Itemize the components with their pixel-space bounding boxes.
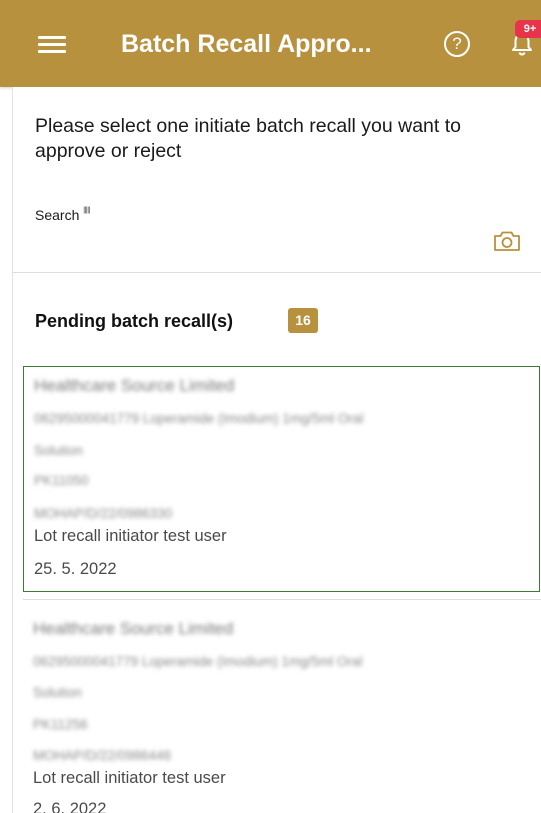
page-title: Batch Recall Appro... (121, 30, 372, 58)
recall-list-item[interactable]: Healthcare Source Limited 06295000041779… (23, 609, 540, 813)
search-input[interactable] (35, 227, 479, 257)
company-name: Healthcare Source Limited (34, 376, 235, 395)
hamburger-menu-icon[interactable] (38, 34, 66, 54)
camera-icon[interactable] (492, 229, 522, 253)
recall-date: 2. 6. 2022 (33, 800, 107, 813)
notifications-button[interactable]: 9+ (508, 20, 541, 64)
search-label-text: Search (35, 207, 80, 223)
recall-list-item[interactable]: Healthcare Source Limited 06295000041779… (23, 366, 540, 592)
recall-date: 25. 5. 2022 (34, 560, 117, 578)
product-description-cont: Solution (34, 443, 83, 458)
product-description: 06295000041779 Loperamide (Imodium) 1mg/… (34, 411, 364, 426)
initiator-name: Lot recall initiator test user (34, 527, 227, 545)
app-header: Batch Recall Appro... ? 9+ (0, 0, 541, 87)
company-name: Healthcare Source Limited (33, 619, 234, 638)
search-divider (13, 272, 541, 273)
reference-number: MOHAP/D/22/0986330 (34, 506, 173, 521)
list-divider (23, 599, 541, 600)
instruction-text: Please select one initiate batch recall … (35, 115, 462, 162)
product-description: 06295000041779 Loperamide (Imodium) 1mg/… (33, 654, 363, 669)
product-description-cont: Solution (33, 685, 82, 700)
pending-count-badge: 16 (288, 308, 318, 333)
batch-number: PK11256 (33, 717, 88, 732)
reference-number: MOHAP/D/22/0986446 (33, 748, 172, 763)
search-label: Search ||||| (35, 207, 90, 223)
main-content: Please select one initiate batch recall … (12, 87, 541, 813)
initiator-name: Lot recall initiator test user (33, 769, 226, 787)
batch-number: PK11050 (34, 473, 89, 488)
help-icon[interactable]: ? (444, 31, 470, 57)
barcode-icon: ||||| (83, 207, 90, 214)
notification-count-badge: 9+ (515, 20, 541, 38)
pending-recalls-title: Pending batch recall(s) (35, 311, 234, 331)
app-screen: Batch Recall Appro... ? 9+ Please select… (0, 0, 541, 813)
